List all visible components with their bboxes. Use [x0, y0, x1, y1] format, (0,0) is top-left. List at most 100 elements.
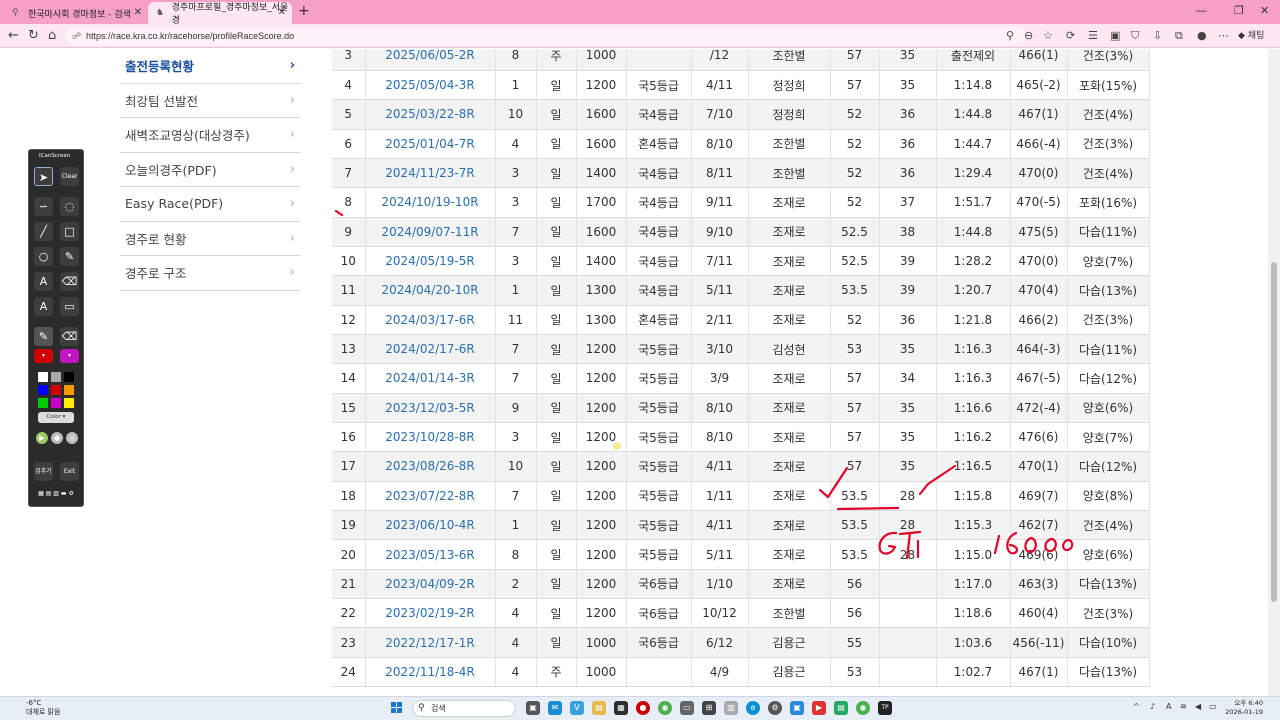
- color-swatch-red[interactable]: [51, 385, 61, 395]
- cell-race-date[interactable]: 2023/05/13-6R: [365, 539, 496, 570]
- edge-icon[interactable]: e: [746, 701, 760, 715]
- app-icon[interactable]: ▣: [790, 701, 804, 715]
- cell-race-date[interactable]: 2025/06/05-2R: [365, 49, 496, 71]
- sidebar-item-today-race-pdf[interactable]: 오늘의경주(PDF) ›: [120, 153, 300, 187]
- sidebar-item-best-team[interactable]: 최강팀 선발전 ›: [120, 84, 300, 118]
- rectangle-tool-icon[interactable]: □: [60, 222, 79, 241]
- app-icon[interactable]: ▥: [724, 701, 738, 715]
- sidebar-item-easy-race-pdf[interactable]: Easy Race(PDF) ›: [120, 187, 300, 222]
- record-button[interactable]: 검추기: [34, 462, 53, 481]
- weather-widget[interactable]: -6°C 대체로 맑음: [26, 699, 60, 717]
- app-icon[interactable]: ▤: [834, 701, 848, 715]
- chrome-icon[interactable]: ◉: [856, 701, 870, 715]
- tab-horse-profile[interactable]: ♞ 경주마프로필_경주마정보_서울경 ✕: [148, 2, 292, 26]
- back-icon[interactable]: ←: [8, 28, 19, 43]
- task-view-icon[interactable]: ▣: [526, 701, 540, 715]
- share-icon[interactable]: ⧉: [1175, 29, 1183, 43]
- volume-icon[interactable]: ◀: [1195, 702, 1201, 711]
- color-swatch-yellow[interactable]: [64, 398, 74, 408]
- pen-tool-icon[interactable]: ✎: [34, 327, 53, 346]
- download-icon[interactable]: ⇩: [1153, 29, 1162, 42]
- mic-icon[interactable]: ♪: [1150, 702, 1155, 711]
- zoom-icon[interactable]: ⚲: [1006, 29, 1014, 42]
- color-swatch-white[interactable]: [38, 372, 48, 382]
- cell-race-date[interactable]: 2023/07/22-8R: [365, 481, 496, 512]
- cell-race-date[interactable]: 2022/11/18-4R: [365, 657, 496, 688]
- cell-race-date[interactable]: 2024/01/14-3R: [365, 363, 496, 394]
- close-icon[interactable]: ✕: [278, 7, 286, 18]
- mail-app-icon[interactable]: ✉: [548, 701, 562, 715]
- cell-race-date[interactable]: 2024/09/07-11R: [365, 217, 496, 247]
- cell-race-date[interactable]: 2023/04/09-2R: [365, 569, 496, 600]
- reader-icon[interactable]: ⊖: [1024, 29, 1033, 42]
- close-icon[interactable]: ✕: [134, 7, 142, 18]
- cell-race-date[interactable]: 2023/12/03-5R: [365, 393, 496, 423]
- scrollbar-thumb[interactable]: [1271, 262, 1277, 602]
- home-icon[interactable]: ⌂: [48, 28, 56, 43]
- app-icon[interactable]: ▦: [614, 701, 628, 715]
- shield-icon[interactable]: ⛉: [1131, 29, 1139, 43]
- language-icon[interactable]: A: [1166, 702, 1171, 711]
- pen-color-select[interactable]: ▾: [34, 349, 53, 363]
- line-tool-icon[interactable]: ╱: [34, 222, 53, 241]
- color-swatch-black[interactable]: [64, 372, 74, 382]
- collections-icon[interactable]: ▣: [1110, 29, 1120, 42]
- profile-icon[interactable]: ●: [1197, 29, 1207, 42]
- text-tool-icon[interactable]: A: [34, 272, 53, 291]
- cell-race-date[interactable]: 2022/12/17-1R: [365, 627, 496, 658]
- sidebar-item-training-video[interactable]: 새벽조교영상(대상경주) ›: [120, 118, 300, 153]
- eraser-tool-icon[interactable]: ⌫: [60, 272, 79, 291]
- sidebar-item-entry-status[interactable]: 출전등록현황 ›: [120, 49, 300, 84]
- cell-race-date[interactable]: 2024/10/19-10R: [365, 187, 496, 218]
- store-app-icon[interactable]: V: [570, 701, 584, 715]
- cell-race-date[interactable]: 2025/01/04-7R: [365, 129, 496, 159]
- start-icon[interactable]: [391, 702, 403, 714]
- lasso-tool-icon[interactable]: ◌: [60, 197, 79, 216]
- url-field[interactable]: ☍ https://race.kra.co.kr/racehorse/profi…: [66, 27, 1026, 45]
- settings-icon[interactable]: ⚙: [768, 701, 782, 715]
- color-swatch-green[interactable]: [38, 398, 48, 408]
- layout-icons-row[interactable]: ▦ ▤ ▥ ▬ ⚙: [33, 489, 79, 499]
- highlight-color-select[interactable]: ▾: [60, 349, 79, 363]
- cell-race-date[interactable]: 2024/04/20-10R: [365, 275, 496, 306]
- color-swatch-gray[interactable]: [51, 372, 61, 382]
- whiteboard-tool-icon[interactable]: ▭: [60, 297, 79, 316]
- stop-icon[interactable]: ◎: [66, 432, 78, 444]
- extension-icon[interactable]: ⟳: [1066, 29, 1075, 42]
- highlighter-tool-icon[interactable]: ✎: [60, 247, 79, 266]
- cell-race-date[interactable]: 2023/02/19-2R: [365, 598, 496, 629]
- app-icon[interactable]: TP: [878, 701, 892, 715]
- eraser-icon[interactable]: ⌫: [60, 327, 79, 346]
- cell-race-date[interactable]: 2023/10/28-8R: [365, 422, 496, 453]
- wifi-icon[interactable]: ≋: [1180, 702, 1187, 711]
- pointer-tool-icon[interactable]: ➤: [34, 167, 53, 186]
- clear-button[interactable]: Clear: [60, 167, 79, 186]
- taskbar-search-box[interactable]: ⚲ 검색: [412, 700, 516, 717]
- tab-search[interactable]: ⚲ 한국마사회 경마정보 - 검색 ✕: [4, 2, 148, 24]
- system-clock[interactable]: 오후 6:40 2026-01-19: [1223, 699, 1263, 717]
- sidebar-item-track-structure[interactable]: 경주로 구조 ›: [120, 256, 300, 291]
- cell-race-date[interactable]: 2025/05/04-3R: [365, 70, 496, 101]
- pause-icon[interactable]: ●: [51, 432, 63, 444]
- reload-icon[interactable]: ↻: [28, 28, 39, 43]
- cell-race-date[interactable]: 2025/03/22-8R: [365, 99, 496, 130]
- close-window-icon[interactable]: ✕: [1260, 4, 1269, 17]
- minimize-icon[interactable]: —: [1196, 4, 1207, 17]
- sidebar-item-track-status[interactable]: 경주로 현황 ›: [120, 222, 300, 256]
- circle-tool-icon[interactable]: ○: [34, 247, 53, 266]
- restore-icon[interactable]: ❐: [1234, 4, 1244, 17]
- more-icon[interactable]: ⋯: [1218, 29, 1229, 42]
- record-app-icon[interactable]: ●: [636, 701, 650, 715]
- file-explorer-icon[interactable]: ▤: [592, 701, 606, 715]
- favorites-list-icon[interactable]: ☰: [1088, 29, 1098, 42]
- favorite-icon[interactable]: ☆: [1043, 29, 1053, 42]
- cell-race-date[interactable]: 2024/11/23-7R: [365, 158, 496, 189]
- cell-race-date[interactable]: 2024/02/17-6R: [365, 334, 496, 365]
- cell-race-date[interactable]: 2024/03/17-6R: [365, 305, 496, 335]
- cell-race-date[interactable]: 2023/06/10-4R: [365, 510, 496, 541]
- app-icon[interactable]: ▭: [680, 701, 694, 715]
- play-icon[interactable]: ▶: [36, 432, 48, 444]
- copilot-chat-button[interactable]: ◆ 채팅: [1238, 28, 1264, 41]
- cell-race-date[interactable]: 2024/05/19-5R: [365, 246, 496, 277]
- app-icon[interactable]: ▶: [812, 701, 826, 715]
